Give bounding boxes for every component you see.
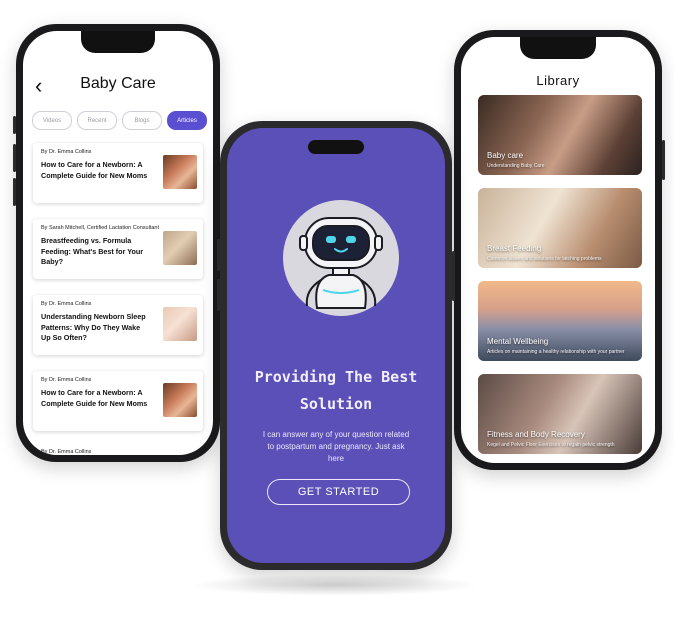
hero-heading-line: Solution — [299, 395, 373, 413]
library-item-title: Baby care — [487, 151, 524, 160]
article-thumbnail — [163, 307, 197, 341]
library-list: Baby care Understanding Baby Care Breast… — [478, 95, 642, 463]
library-item-baby-care[interactable]: Baby care Understanding Baby Care — [478, 95, 642, 175]
article-author: By Sarah Mitchell, Certified Lactation C… — [41, 225, 160, 231]
library-item-title: Fitness and Body Recovery — [487, 430, 585, 439]
article-card[interactable]: By Dr. Emma Collins How to Care for a Ne… — [33, 371, 203, 431]
library-item-subtitle: Common issues and solutions for latching… — [487, 256, 602, 262]
library-item-subtitle: Kegel and Pelvic Floor Exercises to rega… — [487, 442, 615, 448]
tab-articles[interactable]: Articles — [167, 111, 207, 130]
article-thumbnail — [163, 231, 197, 265]
page-title: Library — [536, 73, 580, 88]
phone-side-button — [217, 279, 220, 311]
library-screen: Library Baby care Understanding Baby Car… — [461, 37, 655, 463]
article-author: By Dr. Emma Collins — [41, 149, 92, 155]
article-author: By Dr. Emma Collins — [41, 301, 92, 307]
article-card[interactable]: By Sarah Mitchell, Certified Lactation C… — [33, 219, 203, 279]
robot-avatar — [283, 200, 399, 316]
article-list: By Dr. Emma Collins How to Care for a Ne… — [33, 143, 203, 447]
article-card[interactable]: By Dr. Emma Collins How to Care for a Ne… — [33, 143, 203, 203]
phone-assistant: Providing The Best Solution I can answer… — [217, 121, 455, 570]
article-title: How to Care for a Newborn: A Complete Gu… — [41, 160, 148, 180]
content-tabs: Videos Recent Blogs Articles — [32, 111, 207, 130]
phone-notch — [308, 140, 364, 154]
phone-side-button — [217, 239, 220, 271]
library-item-breast-feeding[interactable]: Breast Feeding Common issues and solutio… — [478, 188, 642, 268]
article-title: Breastfeeding vs. Formula Feeding: What'… — [41, 236, 144, 266]
library-item-subtitle: Understanding Baby Care — [487, 163, 545, 169]
baby-care-header: ‹ Baby Care — [23, 71, 213, 101]
library-item-fitness[interactable]: Fitness and Body Recovery Kegel and Pelv… — [478, 374, 642, 454]
tab-recent[interactable]: Recent — [77, 111, 117, 130]
phone-notch — [520, 37, 596, 59]
library-item-subtitle: Articles on maintaining a healthy relati… — [487, 349, 625, 355]
assistant-screen: Providing The Best Solution I can answer… — [227, 128, 445, 563]
tab-videos[interactable]: Videos — [32, 111, 72, 130]
phone-side-button — [13, 116, 16, 134]
robot-icon — [299, 217, 383, 309]
phone-side-button — [452, 251, 455, 301]
library-item-mental-wellbeing[interactable]: Mental Wellbeing Articles on maintaining… — [478, 281, 642, 361]
page-title: Baby Care — [80, 75, 156, 92]
phone-baby-care: ‹ Baby Care Videos Recent Blogs Articles… — [13, 24, 220, 462]
hero-heading: Providing The Best Solution — [237, 364, 435, 418]
hero-heading-line: Providing The Best — [254, 368, 418, 386]
phone-side-button — [13, 178, 16, 206]
article-title: Understanding Newborn Sleep Patterns: Wh… — [41, 312, 146, 342]
article-author: By Dr. Emma Collins — [41, 449, 92, 455]
phone-side-button — [662, 140, 665, 180]
library-item-title: Mental Wellbeing — [487, 337, 549, 346]
article-card[interactable]: By Dr. Emma Collins Understanding Newbor… — [33, 295, 203, 355]
phone-library: Library Baby care Understanding Baby Car… — [454, 30, 665, 470]
article-title: How to Care for a Newborn: A Complete Gu… — [41, 388, 148, 408]
article-thumbnail — [163, 383, 197, 417]
get-started-button[interactable]: GET STARTED — [267, 479, 410, 505]
library-item-title: Breast Feeding — [487, 244, 542, 253]
phone-notch — [81, 31, 155, 53]
phone-shadow — [190, 574, 480, 596]
article-thumbnail — [163, 155, 197, 189]
tab-blogs[interactable]: Blogs — [122, 111, 162, 130]
article-author: By Dr. Emma Collins — [41, 377, 92, 383]
baby-care-screen: ‹ Baby Care Videos Recent Blogs Articles… — [23, 31, 213, 455]
hero-description: I can answer any of your question relate… — [262, 430, 410, 463]
phone-side-button — [13, 144, 16, 172]
